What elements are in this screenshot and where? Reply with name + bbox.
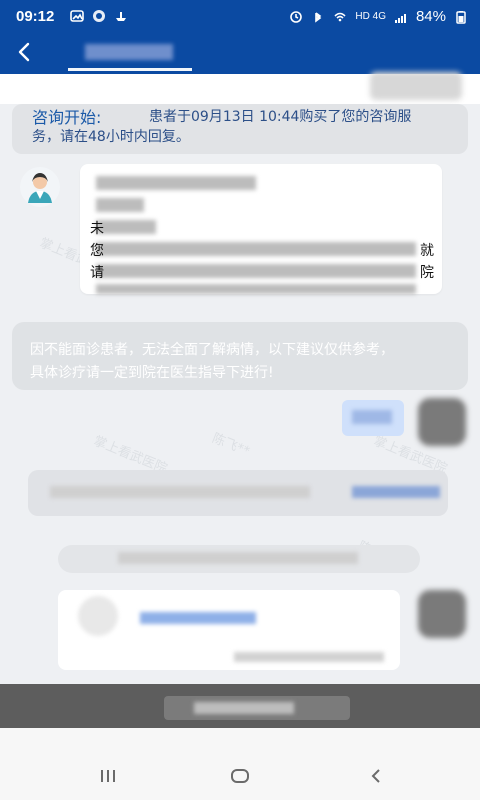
attachment-meta-redacted xyxy=(234,652,384,662)
home-icon xyxy=(231,769,249,783)
visible-fragment-1: 就 xyxy=(420,243,434,259)
redacted-link[interactable] xyxy=(352,486,440,498)
page-title-underline xyxy=(68,68,192,71)
visible-fragment-3: 请 xyxy=(90,265,104,281)
redacted-text xyxy=(194,702,294,714)
status-time: 09:12 xyxy=(16,8,55,25)
network-label: HD 4G xyxy=(355,11,386,22)
status-right: HD 4G 84% xyxy=(289,8,468,25)
bluetooth-icon xyxy=(311,10,325,24)
redacted-text xyxy=(96,242,416,256)
bottom-action-button[interactable] xyxy=(164,696,350,720)
bottom-action-bar xyxy=(0,684,480,728)
consult-heading: 咨询开始: xyxy=(32,108,102,127)
redacted-text xyxy=(50,486,310,498)
alarm-icon xyxy=(289,10,303,24)
status-left-icons xyxy=(70,9,128,23)
redacted-text xyxy=(352,410,392,424)
wifi-icon xyxy=(333,10,347,24)
doctor-avatar[interactable] xyxy=(20,167,60,207)
center-system-pill xyxy=(58,545,420,573)
consult-line-2: 务，请在48小时内回复。 xyxy=(32,129,190,145)
battery-icon xyxy=(454,10,468,24)
redacted-text xyxy=(96,176,256,190)
page-title-redacted xyxy=(85,44,173,60)
recent-apps-icon xyxy=(101,770,115,782)
redacted-text xyxy=(118,552,358,564)
consult-line-1: 患者于09月13日 10:44购买了您的咨询服 xyxy=(149,109,412,125)
back-nav-button[interactable] xyxy=(362,762,390,790)
ship-icon xyxy=(114,9,128,23)
visible-fragment-4: 您 xyxy=(90,243,104,259)
signal-icon xyxy=(394,10,408,24)
attachment-name-redacted xyxy=(140,612,256,624)
disclaimer-notice: 因不能面诊患者，无法全面了解病情，以下建议仅供参考， 具体诊疗请一定到院在医生指… xyxy=(12,322,468,390)
user-avatar[interactable] xyxy=(418,590,466,638)
user-avatar[interactable] xyxy=(418,398,466,446)
attachment-card[interactable] xyxy=(58,590,400,670)
redacted-text xyxy=(96,220,156,234)
color-icon xyxy=(92,9,106,23)
status-bar: 09:12 HD 4G 84% xyxy=(0,0,480,34)
back-arrow-icon xyxy=(18,42,30,62)
user-message-bubble[interactable] xyxy=(342,400,404,436)
home-button[interactable] xyxy=(226,762,254,790)
redacted-text xyxy=(96,264,416,278)
disclaimer-line-1: 因不能面诊患者，无法全面了解病情，以下建议仅供参考， xyxy=(30,342,394,358)
system-message-bar xyxy=(28,470,448,516)
consult-start-card: 咨询开始: 患者于09月13日 10:44购买了您的咨询服 务，请在48小时内回… xyxy=(12,104,468,154)
back-button[interactable] xyxy=(12,38,40,66)
recent-apps-button[interactable] xyxy=(94,762,122,790)
battery-percent: 84% xyxy=(415,8,446,25)
doctor-avatar-icon xyxy=(28,173,52,203)
attachment-icon xyxy=(78,596,118,636)
visible-fragment-2: 院 xyxy=(420,265,434,281)
system-navigation-bar xyxy=(0,728,480,800)
visible-fragment-5: 未 xyxy=(90,221,104,237)
top-right-redacted[interactable] xyxy=(370,72,462,100)
disclaimer-line-2: 具体诊疗请一定到院在医生指导下进行! xyxy=(30,365,274,381)
image-icon xyxy=(70,9,84,23)
nav-bar xyxy=(0,34,480,74)
back-nav-icon xyxy=(371,769,380,783)
doctor-message-bubble: 就 院 请 您 未 xyxy=(80,164,442,294)
redacted-text xyxy=(96,284,416,294)
watermark: 陈飞** xyxy=(209,431,252,460)
redacted-text xyxy=(96,198,144,212)
